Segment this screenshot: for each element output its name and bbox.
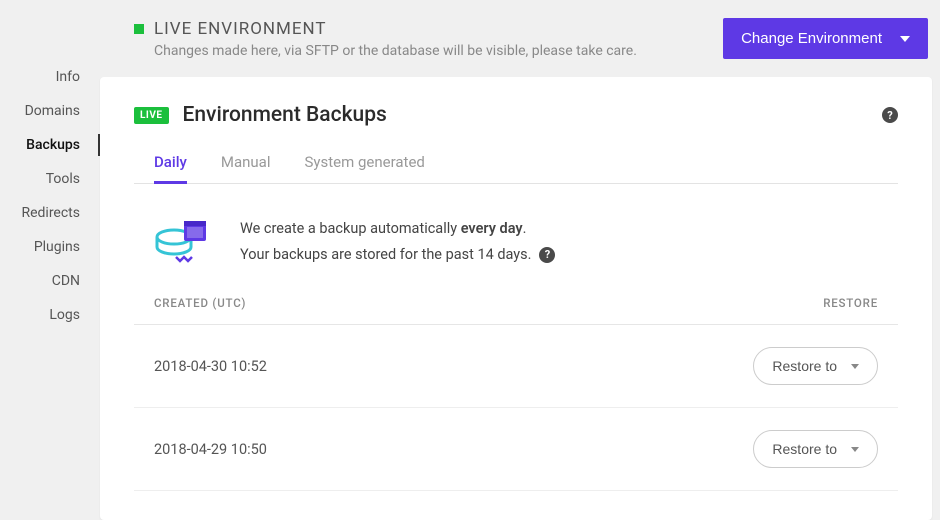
sidebar-item-label: Redirects bbox=[21, 205, 80, 221]
sidebar-item-redirects[interactable]: Redirects bbox=[0, 196, 100, 230]
sidebar-item-label: Domains bbox=[25, 103, 80, 119]
backup-info: We create a backup automatically every d… bbox=[134, 184, 898, 296]
sidebar: Info Domains Backups Tools Redirects Plu… bbox=[0, 0, 100, 520]
chevron-down-icon bbox=[851, 364, 859, 369]
column-created: CREATED (UTC) bbox=[154, 296, 246, 310]
info-text-line2: Your backups are stored for the past 14 … bbox=[240, 242, 531, 268]
sidebar-item-logs[interactable]: Logs bbox=[0, 298, 100, 332]
topbar: LIVE ENVIRONMENT Changes made here, via … bbox=[100, 0, 940, 77]
live-indicator-icon bbox=[134, 24, 144, 34]
sidebar-item-tools[interactable]: Tools bbox=[0, 162, 100, 196]
live-badge: LIVE bbox=[134, 107, 169, 124]
sidebar-item-label: Backups bbox=[26, 137, 80, 153]
table-row: 2018-04-29 10:50 Restore to bbox=[134, 408, 898, 491]
backup-date: 2018-04-29 10:50 bbox=[154, 441, 267, 458]
sidebar-item-info[interactable]: Info bbox=[0, 60, 100, 94]
change-environment-button[interactable]: Change Environment bbox=[723, 18, 928, 59]
restore-label: Restore to bbox=[772, 441, 837, 457]
backups-panel: LIVE Environment Backups ? Daily Manual … bbox=[100, 77, 932, 520]
info-text-suffix: . bbox=[523, 220, 527, 237]
sidebar-item-label: CDN bbox=[52, 273, 80, 289]
backup-tabs: Daily Manual System generated bbox=[134, 153, 898, 184]
restore-to-button[interactable]: Restore to bbox=[753, 430, 878, 468]
sidebar-item-domains[interactable]: Domains bbox=[0, 94, 100, 128]
sidebar-item-label: Plugins bbox=[34, 239, 80, 255]
help-icon[interactable]: ? bbox=[539, 247, 555, 263]
help-icon[interactable]: ? bbox=[882, 107, 898, 123]
tab-daily[interactable]: Daily bbox=[154, 153, 187, 183]
sidebar-item-backups[interactable]: Backups bbox=[0, 128, 100, 162]
tab-system-generated[interactable]: System generated bbox=[305, 153, 425, 183]
restore-label: Restore to bbox=[772, 358, 837, 374]
column-restore: RESTORE bbox=[823, 296, 878, 310]
info-text-prefix: We create a backup automatically bbox=[240, 220, 461, 237]
info-text-bold: every day bbox=[461, 220, 523, 237]
panel-title: Environment Backups bbox=[183, 103, 387, 127]
table-header: CREATED (UTC) RESTORE bbox=[134, 296, 898, 325]
chevron-down-icon bbox=[900, 36, 910, 42]
backup-info-text: We create a backup automatically every d… bbox=[240, 216, 555, 268]
main-area: LIVE ENVIRONMENT Changes made here, via … bbox=[100, 0, 940, 520]
environment-subtitle: Changes made here, via SFTP or the datab… bbox=[154, 43, 637, 59]
sidebar-item-cdn[interactable]: CDN bbox=[0, 264, 100, 298]
tab-label: System generated bbox=[305, 153, 425, 171]
chevron-down-icon bbox=[851, 447, 859, 452]
table-row: 2018-04-30 10:52 Restore to bbox=[134, 325, 898, 408]
backup-date: 2018-04-30 10:52 bbox=[154, 358, 267, 375]
database-calendar-icon bbox=[154, 217, 210, 267]
tab-manual[interactable]: Manual bbox=[221, 153, 271, 183]
sidebar-item-plugins[interactable]: Plugins bbox=[0, 230, 100, 264]
sidebar-item-label: Logs bbox=[49, 307, 80, 323]
tab-label: Daily bbox=[154, 153, 187, 171]
change-environment-label: Change Environment bbox=[741, 30, 882, 47]
environment-header: LIVE ENVIRONMENT Changes made here, via … bbox=[134, 19, 637, 59]
sidebar-item-label: Tools bbox=[46, 171, 80, 187]
environment-title: LIVE ENVIRONMENT bbox=[154, 19, 327, 39]
sidebar-item-label: Info bbox=[56, 69, 80, 85]
restore-to-button[interactable]: Restore to bbox=[753, 347, 878, 385]
tab-label: Manual bbox=[221, 153, 271, 171]
